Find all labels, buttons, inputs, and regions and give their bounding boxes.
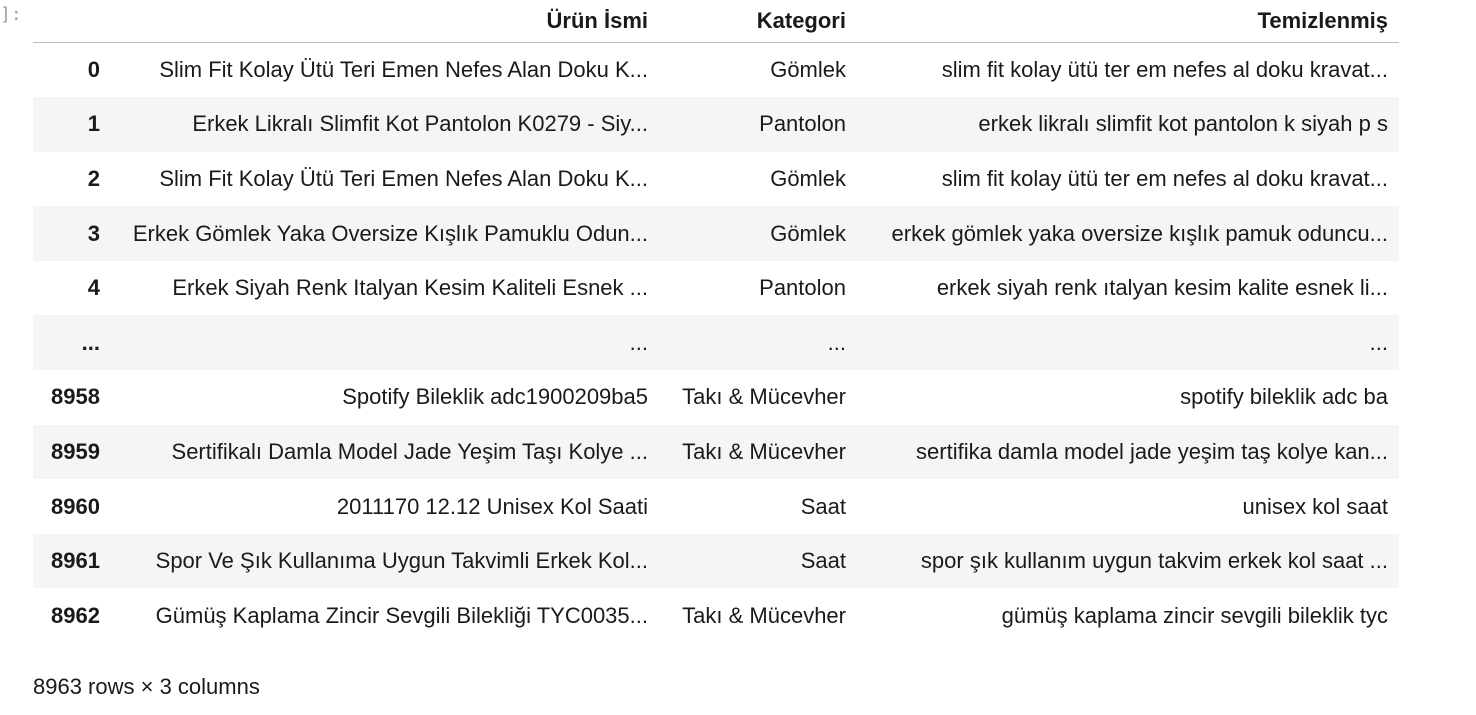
cell-cleaned: erkek gömlek yaka oversize kışlık pamuk … xyxy=(891,220,1388,246)
table-row-ellipsis: ... ... ... ... xyxy=(33,315,1399,371)
row-index: 8962 xyxy=(51,602,100,628)
cell-product-name: 2011170 12.12 Unisex Kol Saati xyxy=(336,493,648,519)
dataframe-shape-caption: 8963 rows × 3 columns xyxy=(33,674,260,699)
table-row: 2 Slim Fit Kolay Ütü Teri Emen Nefes Ala… xyxy=(33,152,1399,207)
cell-cleaned: spotify bileklik adc ba xyxy=(1180,384,1388,410)
cell-category: Saat xyxy=(800,548,846,574)
table-row: 8961 Spor Ve Şık Kullanıma Uygun Takviml… xyxy=(33,533,1399,589)
cell-category: Saat xyxy=(800,493,846,519)
column-header-category: Kategori xyxy=(659,0,857,43)
column-header-cleaned: Temizlenmiş xyxy=(857,0,1399,43)
cell-cleaned: slim fit kolay ütü ter em nefes al doku … xyxy=(941,57,1388,83)
cell-product-name: Sertifikalı Damla Model Jade Yeşim Taşı … xyxy=(171,438,648,464)
cell-cleaned: sertifika damla model jade yeşim taş kol… xyxy=(916,438,1388,464)
table-row: 4 Erkek Siyah Renk Italyan Kesim Kalitel… xyxy=(33,261,1399,316)
row-index: 3 xyxy=(87,220,100,246)
table-row: 3 Erkek Gömlek Yaka Oversize Kışlık Pamu… xyxy=(33,206,1399,261)
cell-product-name: Slim Fit Kolay Ütü Teri Emen Nefes Alan … xyxy=(159,165,648,191)
cell-category: Takı & Mücevher xyxy=(682,384,846,410)
row-index: ... xyxy=(81,329,100,355)
table-header: Ürün İsmi Kategori Temizlenmiş xyxy=(33,0,1399,43)
cell-cleaned: gümüş kaplama zincir sevgili bileklik ty… xyxy=(1001,602,1388,628)
cell-product-name: Gümüş Kaplama Zincir Sevgili Bilekliği T… xyxy=(155,602,648,628)
column-header-product-name: Ürün İsmi xyxy=(111,0,659,43)
cell-category: Pantolon xyxy=(759,275,846,301)
table-row: 8958 Spotify Bileklik adc1900209ba5 Takı… xyxy=(33,370,1399,425)
row-index: 8958 xyxy=(51,384,100,410)
cell-category: Gömlek xyxy=(770,57,846,83)
cell-product-name: Erkek Siyah Renk Italyan Kesim Kaliteli … xyxy=(172,275,648,301)
cell-cleaned: erkek siyah renk ıtalyan kesim kalite es… xyxy=(936,275,1388,301)
cell-category: Takı & Mücevher xyxy=(682,602,846,628)
cell-prompt-marker: ]: xyxy=(0,4,22,25)
cell-cleaned: ... xyxy=(1369,329,1388,355)
table-row: 0 Slim Fit Kolay Ütü Teri Emen Nefes Ala… xyxy=(33,43,1399,98)
cell-category: Takı & Mücevher xyxy=(682,438,846,464)
table-body: 0 Slim Fit Kolay Ütü Teri Emen Nefes Ala… xyxy=(33,43,1399,644)
cell-cleaned: slim fit kolay ütü ter em nefes al doku … xyxy=(941,165,1388,191)
table-row: 8962 Gümüş Kaplama Zincir Sevgili Bilekl… xyxy=(33,588,1399,643)
row-index: 2 xyxy=(87,165,100,191)
row-index: 8961 xyxy=(51,548,100,574)
table-row: 1 Erkek Likralı Slimfit Kot Pantolon K02… xyxy=(33,97,1399,152)
row-index: 4 xyxy=(87,275,100,301)
cell-cleaned: unisex kol saat xyxy=(1242,493,1388,519)
cell-product-name: Erkek Likralı Slimfit Kot Pantolon K0279… xyxy=(192,111,648,137)
index-column-header xyxy=(33,0,111,43)
cell-category: Gömlek xyxy=(770,220,846,246)
cell-cleaned: spor şık kullanım uygun takvim erkek kol… xyxy=(920,548,1388,574)
table-row: 8959 Sertifikalı Damla Model Jade Yeşim … xyxy=(33,424,1399,480)
row-index: 8959 xyxy=(51,438,100,464)
row-index: 8960 xyxy=(51,493,100,519)
cell-product-name: Spotify Bileklik adc1900209ba5 xyxy=(342,384,648,410)
row-index: 0 xyxy=(87,57,100,83)
cell-product-name: Slim Fit Kolay Ütü Teri Emen Nefes Alan … xyxy=(159,57,648,83)
cell-product-name: ... xyxy=(629,329,648,355)
cell-product-name: Spor Ve Şık Kullanıma Uygun Takvimli Erk… xyxy=(155,548,648,574)
dataframe-output: Ürün İsmi Kategori Temizlenmiş 0 Slim Fi… xyxy=(33,0,1399,643)
dataframe-table: Ürün İsmi Kategori Temizlenmiş 0 Slim Fi… xyxy=(33,0,1399,643)
cell-category: Gömlek xyxy=(770,165,846,191)
cell-category: ... xyxy=(827,329,846,355)
cell-cleaned: erkek likralı slimfit kot pantolon k siy… xyxy=(978,111,1388,137)
cell-product-name: Erkek Gömlek Yaka Oversize Kışlık Pamukl… xyxy=(132,220,648,246)
cell-category: Pantolon xyxy=(759,111,846,137)
header-row: Ürün İsmi Kategori Temizlenmiş xyxy=(33,0,1399,43)
row-index: 1 xyxy=(87,111,100,137)
table-row: 8960 2011170 12.12 Unisex Kol Saati Saat… xyxy=(33,479,1399,534)
